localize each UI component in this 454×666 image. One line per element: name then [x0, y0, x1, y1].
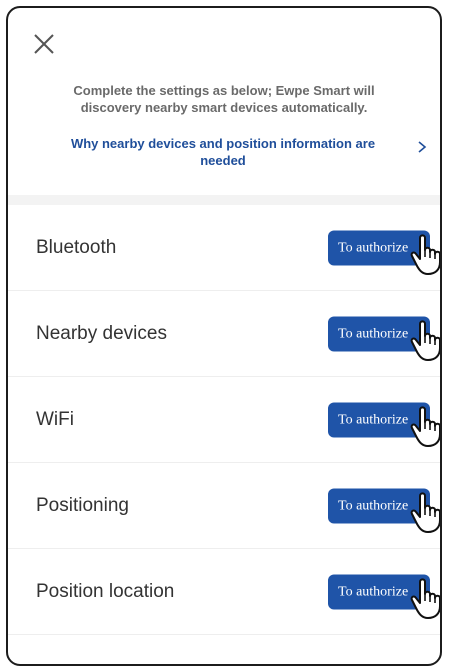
- authorize-position-location-button[interactable]: To authorize: [328, 574, 430, 609]
- permission-label: WiFi: [36, 408, 74, 430]
- permission-label: Positioning: [36, 494, 129, 516]
- authorize-positioning-button[interactable]: To authorize: [328, 488, 430, 523]
- close-button[interactable]: [30, 30, 60, 60]
- section-divider: [8, 195, 440, 205]
- authorize-wifi-button[interactable]: To authorize: [328, 402, 430, 437]
- permissions-dialog: Complete the settings as below; Ewpe Sma…: [6, 6, 442, 666]
- close-icon: [34, 34, 54, 54]
- permission-label: Bluetooth: [36, 236, 117, 258]
- permission-label: Nearby devices: [36, 322, 167, 344]
- permission-label: Position location: [36, 580, 175, 602]
- permission-row-wifi: WiFi To authorize: [8, 377, 440, 463]
- chevron-right-icon[interactable]: [415, 140, 429, 154]
- why-permissions-link[interactable]: Why nearby devices and position informat…: [48, 135, 398, 169]
- permission-row-bluetooth: Bluetooth To authorize: [8, 205, 440, 291]
- permission-row-position-location: Position location To authorize: [8, 549, 440, 635]
- permission-row-nearby-devices: Nearby devices To authorize: [8, 291, 440, 377]
- permission-row-positioning: Positioning To authorize: [8, 463, 440, 549]
- permission-list: Bluetooth To authorize Nearby devices To…: [8, 205, 440, 635]
- authorize-nearby-devices-button[interactable]: To authorize: [328, 316, 430, 351]
- intro-text: Complete the settings as below; Ewpe Sma…: [73, 83, 375, 115]
- authorize-bluetooth-button[interactable]: To authorize: [328, 230, 430, 265]
